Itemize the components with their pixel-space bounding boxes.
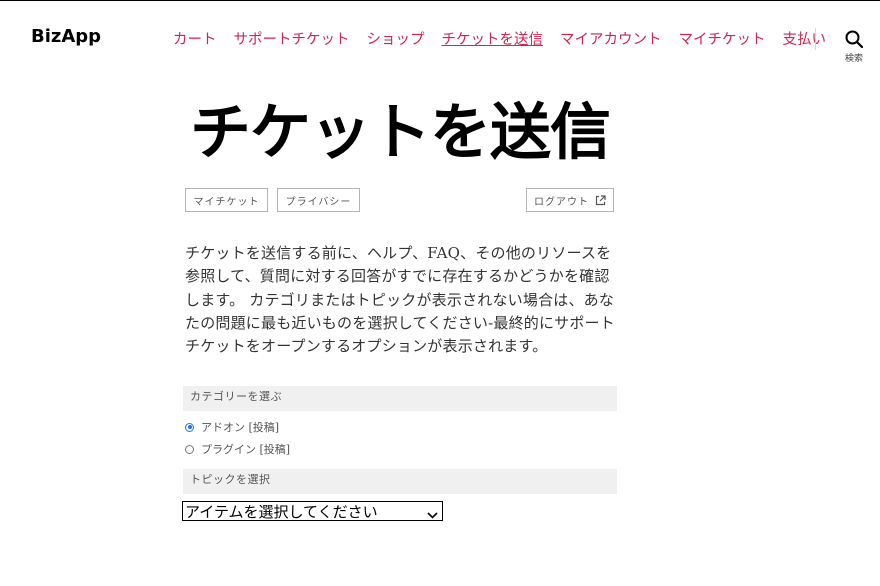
nav-item-shop[interactable]: ショップ <box>367 28 425 50</box>
category-option-label: プラグイン [投稿] <box>201 443 291 456</box>
page-title: チケットを送信 <box>190 97 611 168</box>
logout-label: ログアウト <box>534 196 589 208</box>
chevron-down-icon <box>427 506 438 524</box>
radio-plugin[interactable] <box>185 444 194 454</box>
search-label: 検索 <box>844 54 863 64</box>
external-link-icon <box>595 194 606 206</box>
search-toggle-button[interactable]: 検索 <box>836 28 872 66</box>
nav-item-my-account[interactable]: マイアカウント <box>560 28 662 50</box>
nav-item-payment[interactable]: 支払い <box>783 28 827 50</box>
my-tickets-label: マイチケット <box>193 196 260 208</box>
category-option-plugin[interactable]: プラグイン [投稿] <box>185 441 290 457</box>
topic-heading: トピックを選択 <box>183 469 617 494</box>
nav-divider <box>815 28 816 50</box>
radio-addon[interactable] <box>185 422 194 432</box>
nav-item-submit-ticket[interactable]: チケットを送信 <box>442 28 544 50</box>
nav-item-support-tickets[interactable]: サポートチケット <box>234 28 350 50</box>
privacy-button[interactable]: プライバシー <box>277 188 360 212</box>
site-logo[interactable]: BizApp <box>31 26 101 47</box>
nav-item-cart[interactable]: カート <box>173 28 217 50</box>
category-option-label: アドオン [投稿] <box>201 421 280 434</box>
privacy-label: プライバシー <box>285 196 352 208</box>
primary-nav: カート サポートチケット ショップ チケットを送信 マイアカウント マイチケット… <box>173 28 843 50</box>
logout-button[interactable]: ログアウト <box>526 188 614 212</box>
my-tickets-button[interactable]: マイチケット <box>185 188 268 212</box>
category-option-addon[interactable]: アドオン [投稿] <box>185 419 279 435</box>
top-border <box>0 0 880 1</box>
search-icon <box>845 30 863 48</box>
intro-text: チケットを送信する前に、ヘルプ、FAQ、その他のリソースを参照して、質問に対する… <box>185 244 615 356</box>
topic-select[interactable]: アイテムを選択してください <box>182 501 443 521</box>
nav-item-my-tickets[interactable]: マイチケット <box>679 28 766 50</box>
topic-select-value: アイテムを選択してください <box>185 502 378 521</box>
category-heading: カテゴリーを選ぶ <box>183 386 617 411</box>
